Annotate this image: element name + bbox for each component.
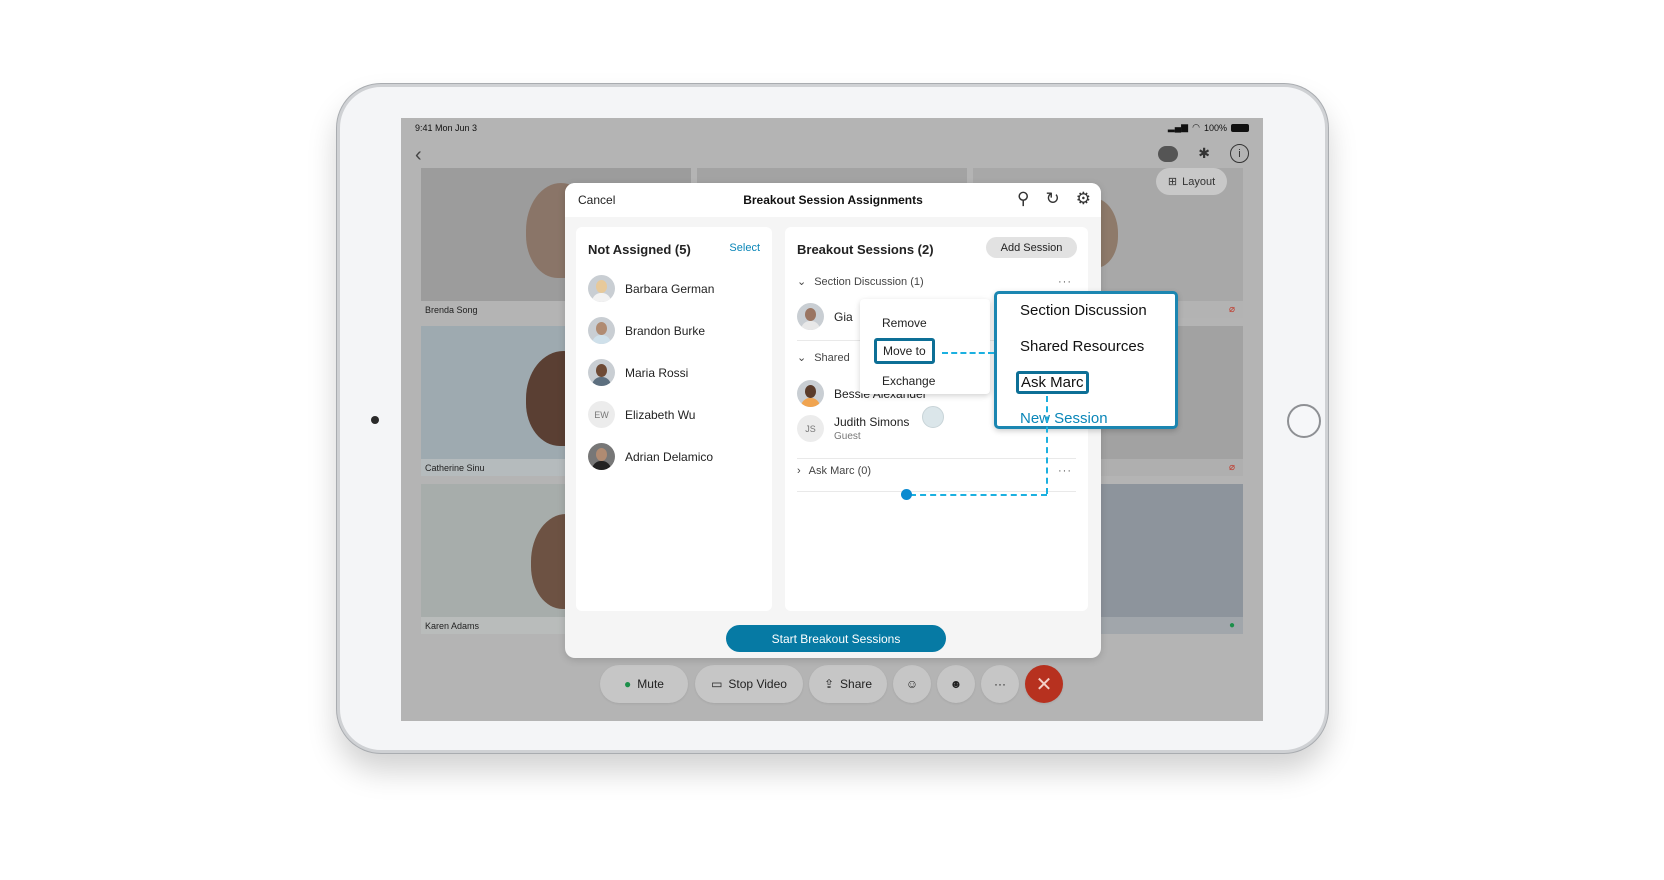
list-item[interactable]: Brandon Burke [588, 317, 705, 344]
share-icon: ⇪ [823, 677, 835, 691]
chevron-right-icon: › [797, 465, 801, 477]
mic-muted-icon: ⌀ [1228, 462, 1235, 473]
select-button[interactable]: Select [729, 242, 760, 254]
divider [797, 491, 1076, 492]
avatar [588, 359, 615, 386]
participants-icon: ☺ [905, 677, 919, 691]
context-menu: Remove Move to Exchange [860, 299, 990, 394]
battery-percent: 100% [1203, 122, 1227, 133]
list-item[interactable]: Maria Rossi [588, 359, 688, 386]
battery-icon [1231, 123, 1249, 132]
close-icon: ✕ [1035, 673, 1053, 696]
grid-icon: ⊞ [1167, 176, 1178, 188]
mute-button[interactable]: ● Mute [600, 665, 688, 703]
person-name: Adrian Delamico [625, 449, 714, 464]
person-name: Barbara German [625, 281, 715, 296]
participants-button[interactable]: ☺ [893, 665, 931, 703]
divider [797, 458, 1076, 459]
not-assigned-title: Not Assigned (5) [588, 242, 691, 257]
breakout-sessions-title: Breakout Sessions (2) [797, 242, 934, 257]
session-label: Shared [814, 351, 850, 364]
session-more-icon[interactable]: ··· [1058, 465, 1072, 477]
more-button[interactable]: ··· [981, 665, 1019, 703]
connector-line [942, 352, 994, 354]
drop-target-dot [901, 489, 912, 500]
menu-item-remove[interactable]: Remove [882, 316, 927, 330]
list-item[interactable]: Barbara German [588, 275, 714, 302]
info-glyph: i [1238, 147, 1241, 160]
home-button[interactable] [1287, 404, 1321, 438]
search-icon[interactable]: ⚲ [1017, 189, 1029, 209]
reactions-button[interactable]: ☻ [937, 665, 975, 703]
menu-item-exchange[interactable]: Exchange [882, 374, 935, 388]
connector-line [1046, 396, 1048, 494]
layout-button[interactable]: ⊞ Layout [1156, 168, 1227, 195]
move-to-submenu: Section Discussion Shared Resources Ask … [994, 291, 1178, 429]
session-more-icon[interactable]: ··· [1058, 276, 1072, 288]
emoji-icon: ☻ [949, 677, 963, 691]
camera-icon: ▭ [711, 677, 723, 691]
submenu-item-shared-resources[interactable]: Shared Resources [1020, 338, 1144, 355]
mic-muted-icon: ⌀ [1228, 304, 1235, 315]
session-label: Section Discussion (1) [814, 275, 924, 288]
refresh-icon[interactable]: ↻ [1046, 189, 1060, 209]
person-name: Brandon Burke [625, 323, 706, 338]
avatar [588, 275, 615, 302]
mic-active-icon: ● [1228, 620, 1235, 631]
back-icon[interactable]: ‹ [415, 144, 422, 167]
submenu-item-section-discussion[interactable]: Section Discussion [1020, 302, 1147, 319]
avatar [588, 317, 615, 344]
avatar-initials: JS [797, 415, 824, 442]
person-name: Elizabeth Wu [625, 407, 696, 422]
signal-icon: ▂▄▆ [1167, 122, 1189, 132]
submenu-item-ask-marc[interactable]: Ask Marc [1016, 371, 1089, 394]
wifi-icon: ◠ [1192, 122, 1200, 132]
front-camera [371, 416, 379, 424]
chevron-down-icon: ⌄ [797, 276, 807, 288]
call-controls: ● Mute ▭ Stop Video ⇪ Share ☺ ☻ ··· ✕ [401, 665, 1263, 705]
person-name: Maria Rossi [625, 365, 689, 380]
session-header[interactable]: ⌄ Section Discussion (1) ··· [797, 275, 1076, 289]
dialog-header: Cancel Breakout Session Assignments ⚲ ↻ … [565, 183, 1101, 217]
top-bar: ‹ ✱ i [401, 138, 1263, 170]
layout-label: Layout [1182, 175, 1216, 188]
assistant-bot-icon[interactable] [1158, 145, 1179, 162]
drag-ghost [922, 406, 944, 428]
status-time: 9:41 Mon Jun 3 [415, 123, 478, 133]
not-assigned-panel: Not Assigned (5) Select Barbara German B… [576, 227, 772, 611]
mute-label: Mute [637, 677, 664, 691]
menu-item-move-to[interactable]: Move to [874, 338, 935, 364]
person-name: Judith Simons [834, 415, 910, 429]
submenu-item-new-session[interactable]: New Session [1020, 410, 1108, 426]
person-name: Gia [834, 309, 853, 324]
person-info: Judith Simons Guest [834, 415, 909, 442]
share-button[interactable]: ⇪ Share [809, 665, 887, 703]
status-bar: 9:41 Mon Jun 3 ▂▄▆ ◠ 100% [401, 118, 1263, 138]
settings-icon[interactable]: ⚙ [1076, 189, 1091, 209]
microphone-icon: ● [624, 677, 632, 691]
list-item[interactable]: Adrian Delamico [588, 443, 713, 470]
avatar-initials: EW [588, 401, 615, 428]
start-breakout-sessions-button[interactable]: Start Breakout Sessions [726, 625, 946, 652]
list-item[interactable]: EW Elizabeth Wu [588, 401, 695, 428]
more-icon: ··· [994, 677, 1006, 691]
session-label: Ask Marc (0) [808, 465, 872, 477]
session-header[interactable]: › Ask Marc (0) ··· [797, 465, 1076, 477]
add-session-button[interactable]: Add Session [986, 237, 1077, 258]
stop-video-label: Stop Video [728, 677, 787, 691]
person-role: Guest [834, 431, 861, 442]
chevron-down-icon: ⌄ [797, 352, 807, 364]
avatar [797, 380, 824, 407]
avatar [797, 303, 824, 330]
end-call-button[interactable]: ✕ [1025, 665, 1063, 703]
avatar [588, 443, 615, 470]
stop-video-button[interactable]: ▭ Stop Video [695, 665, 803, 703]
share-label: Share [840, 677, 873, 691]
bluetooth-icon[interactable]: ✱ [1198, 145, 1210, 162]
connector-line [910, 494, 1047, 496]
list-item[interactable]: Gia [797, 303, 853, 330]
info-icon[interactable]: i [1230, 144, 1249, 163]
list-item[interactable]: JS Judith Simons Guest [797, 415, 909, 442]
